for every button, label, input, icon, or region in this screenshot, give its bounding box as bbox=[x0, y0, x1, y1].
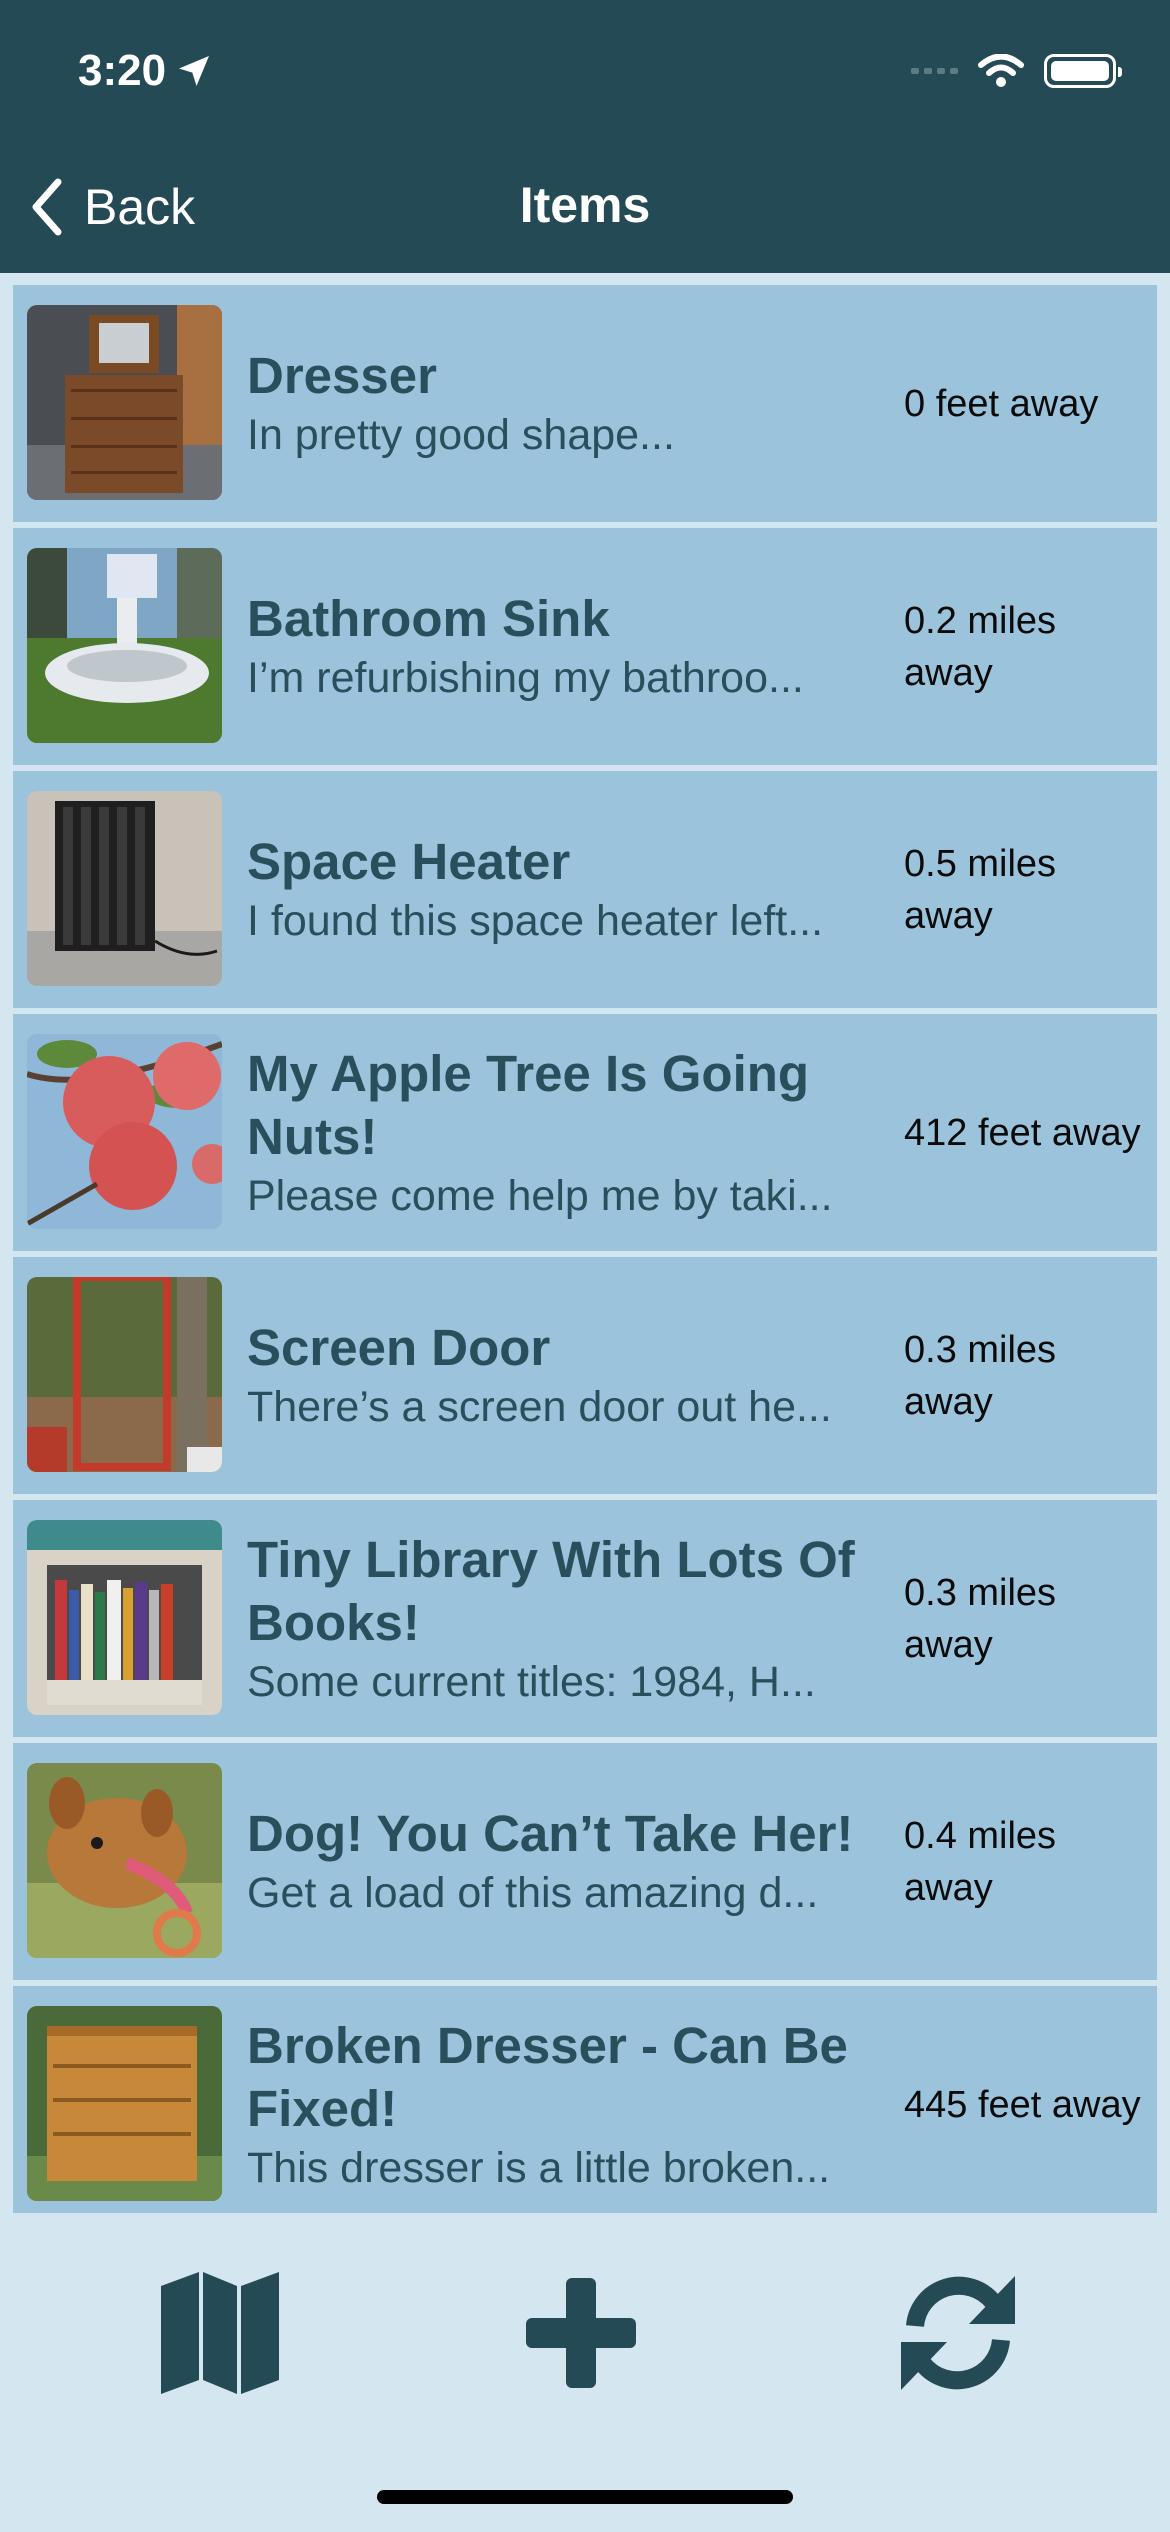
item-distance: 0 feet away bbox=[904, 382, 1099, 425]
item-title: Dresser bbox=[247, 347, 437, 404]
item-distance: 0.2 miles away bbox=[904, 599, 1057, 694]
item-list[interactable]: Dresser In pretty good shape... 0 feet a… bbox=[13, 285, 1157, 2213]
wifi-icon bbox=[978, 54, 1024, 87]
page-title: Items bbox=[519, 177, 651, 233]
status-time-label: 3:20 bbox=[78, 46, 167, 95]
item-title: My Apple Tree Is Going Nuts! bbox=[247, 1044, 810, 1165]
refresh-button[interactable] bbox=[888, 2263, 1028, 2403]
item-thumbnail bbox=[27, 305, 222, 500]
item-title: Broken Dresser - Can Be Fixed! bbox=[247, 2016, 848, 2137]
item-distance: 0.3 miles away bbox=[904, 1571, 1057, 1666]
item-thumbnail bbox=[27, 1763, 222, 1958]
home-indicator[interactable] bbox=[377, 2490, 793, 2504]
status-time: 3:20 bbox=[78, 46, 214, 96]
item-title: Bathroom Sink bbox=[247, 590, 610, 647]
item-thumbnail bbox=[27, 1277, 222, 1472]
item-title: Screen Door bbox=[247, 1319, 551, 1376]
list-item[interactable]: Space Heater I found this space heater l… bbox=[13, 771, 1157, 1008]
item-title: Space Heater bbox=[247, 833, 571, 890]
item-distance: 445 feet away bbox=[904, 2083, 1141, 2126]
status-indicators bbox=[911, 54, 1122, 88]
cellular-signal-icon bbox=[911, 68, 958, 74]
item-distance: 0.3 miles away bbox=[904, 1328, 1057, 1423]
list-item[interactable]: Dog! You Can’t Take Her! Get a load of t… bbox=[13, 1743, 1157, 1980]
item-distance: 412 feet away bbox=[904, 1111, 1141, 1154]
bottom-toolbar bbox=[0, 2213, 1170, 2532]
item-thumbnail bbox=[27, 2006, 222, 2201]
item-description: This dresser is a little broken... bbox=[247, 2143, 831, 2192]
add-item-button[interactable] bbox=[511, 2263, 651, 2403]
battery-icon bbox=[1044, 54, 1122, 88]
item-description: I’m refurbishing my bathroo... bbox=[247, 654, 804, 702]
location-arrow-icon bbox=[179, 56, 210, 86]
item-thumbnail bbox=[27, 1520, 222, 1715]
plus-icon bbox=[526, 2278, 636, 2388]
item-title: Tiny Library With Lots Of Books! bbox=[247, 1530, 855, 1651]
list-item[interactable]: Tiny Library With Lots Of Books! Some cu… bbox=[13, 1500, 1157, 1737]
item-description: There’s a screen door out he... bbox=[247, 1383, 832, 1431]
item-thumbnail bbox=[27, 548, 222, 743]
list-item[interactable]: Broken Dresser - Can Be Fixed! This dres… bbox=[13, 1986, 1157, 2213]
item-description: In pretty good shape... bbox=[247, 411, 675, 459]
item-title: Dog! You Can’t Take Her! bbox=[247, 1805, 854, 1862]
item-thumbnail bbox=[27, 791, 222, 986]
list-item[interactable]: Dresser In pretty good shape... 0 feet a… bbox=[13, 285, 1157, 522]
list-item[interactable]: Bathroom Sink I’m refurbishing my bathro… bbox=[13, 528, 1157, 765]
item-description: Please come help me by taki... bbox=[247, 1171, 833, 1220]
item-thumbnail bbox=[27, 1034, 222, 1229]
map-icon bbox=[161, 2272, 279, 2394]
item-distance: 0.5 miles away bbox=[904, 842, 1057, 937]
map-button[interactable] bbox=[150, 2263, 290, 2403]
list-item[interactable]: My Apple Tree Is Going Nuts! Please come… bbox=[13, 1014, 1157, 1251]
list-item[interactable]: Screen Door There’s a screen door out he… bbox=[13, 1257, 1157, 1494]
item-distance: 0.4 miles away bbox=[904, 1814, 1057, 1909]
item-description: Get a load of this amazing d... bbox=[247, 1869, 819, 1917]
item-description: I found this space heater left... bbox=[247, 897, 824, 945]
refresh-icon bbox=[901, 2276, 1015, 2390]
item-description: Some current titles: 1984, H... bbox=[247, 1657, 816, 1706]
navigation-header: 3:20 Back Items bbox=[0, 0, 1170, 273]
